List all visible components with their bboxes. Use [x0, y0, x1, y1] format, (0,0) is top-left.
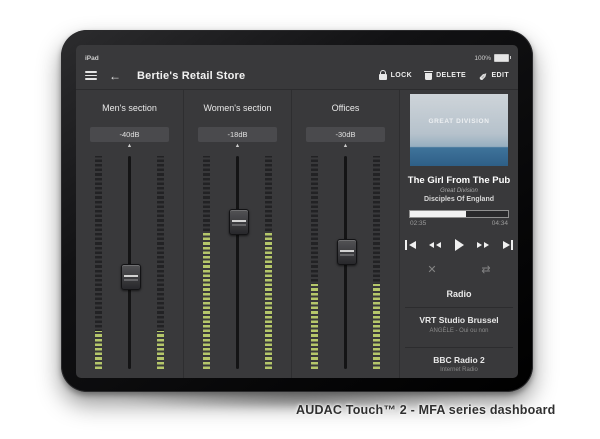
radio-title: VRT Studio Brussel — [405, 315, 513, 325]
time-row: 02:35 04:34 — [410, 220, 508, 227]
caret-up-icon: ▲ — [127, 143, 132, 150]
fader-zones: Men's section -40dB ▲ Women's section -1… — [76, 90, 399, 378]
transport-controls — [402, 237, 516, 253]
vu-meter-right — [157, 156, 164, 369]
device-label: iPad — [85, 55, 99, 62]
fast-forward-icon — [477, 242, 482, 248]
fader-area — [76, 152, 183, 373]
play-button[interactable] — [455, 237, 464, 253]
album-art-text: GREAT DIVISION — [428, 118, 489, 125]
repeat-icon: ⇄ — [481, 264, 490, 276]
app-screen: iPad 100% ← Bertie's Retail Store LOCK — [76, 45, 518, 378]
track-title: The Girl From The Pub — [408, 175, 510, 186]
player-panel: GREAT DIVISION The Girl From The Pub Gre… — [399, 90, 518, 378]
delete-button[interactable]: DELETE — [425, 71, 466, 81]
repeat-button[interactable]: ⇄ — [481, 264, 490, 276]
edit-button[interactable]: ✎ EDIT — [479, 71, 509, 80]
db-value[interactable]: -18dB — [198, 127, 277, 142]
next-button[interactable] — [503, 237, 514, 253]
prev-triangle-icon — [409, 241, 416, 249]
fader-handle[interactable] — [229, 209, 249, 235]
radio-subtitle: ANGÈLE - Oui ou non — [405, 328, 513, 334]
vu-meter-left — [311, 156, 318, 369]
vu-meter-right — [265, 156, 272, 369]
fader-area — [292, 152, 399, 373]
battery-status: 100% — [474, 54, 509, 62]
db-value[interactable]: -30dB — [306, 127, 385, 142]
play-icon — [455, 239, 464, 251]
header-actions: LOCK DELETE ✎ EDIT — [379, 71, 509, 81]
radio-item-vrt[interactable]: VRT Studio Brussel ANGÈLE - Oui ou non — [405, 307, 513, 339]
fader-handle[interactable] — [121, 264, 141, 290]
zone-offices: Offices -30dB ▲ — [291, 90, 399, 378]
radio-section-header: Radio — [446, 289, 471, 299]
fader-track[interactable] — [128, 156, 131, 369]
fader-track[interactable] — [236, 156, 239, 369]
shuffle-icon: ✕ — [427, 264, 436, 276]
fader-handle[interactable] — [337, 239, 357, 265]
track-album: Disciples Of England — [424, 196, 494, 203]
page-title: Bertie's Retail Store — [137, 70, 245, 82]
lock-icon — [379, 74, 387, 80]
prev-bar-icon — [405, 240, 407, 250]
rewind-icon — [436, 242, 441, 248]
trash-icon — [425, 73, 432, 81]
product-shot: iPad 100% ← Bertie's Retail Store LOCK — [0, 0, 600, 439]
fast-forward-button[interactable] — [477, 237, 489, 253]
product-caption: AUDAC Touch™ 2 - MFA series dashboard — [296, 403, 556, 417]
edit-label: EDIT — [491, 72, 509, 79]
pencil-icon: ✎ — [479, 71, 487, 80]
elapsed-time: 02:35 — [410, 220, 426, 227]
radio-item-bbc[interactable]: BBC Radio 2 Internet Radio — [405, 347, 513, 379]
vu-meter-right — [373, 156, 380, 369]
next-triangle-icon — [503, 241, 510, 249]
zone-title: Men's section — [102, 103, 157, 113]
vu-meter-left — [95, 156, 102, 369]
battery-icon — [494, 54, 509, 62]
progress-fill — [410, 211, 466, 217]
progress-bar[interactable] — [409, 210, 509, 218]
back-button[interactable]: ← — [109, 70, 121, 82]
app-header: ← Bertie's Retail Store LOCK DELETE ✎ ED… — [76, 62, 518, 89]
rewind-icon — [429, 242, 434, 248]
caret-up-icon: ▲ — [235, 143, 240, 150]
track-artist: Great Division — [440, 188, 478, 194]
zone-title: Women's section — [203, 103, 271, 113]
lock-button[interactable]: LOCK — [379, 71, 412, 80]
ipad-device: iPad 100% ← Bertie's Retail Store LOCK — [61, 30, 533, 392]
fader-area — [184, 152, 291, 373]
zone-title: Offices — [332, 103, 360, 113]
lock-label: LOCK — [391, 72, 412, 79]
fast-forward-icon — [484, 242, 489, 248]
radio-subtitle: Internet Radio — [405, 367, 513, 373]
zone-womens-section: Women's section -18dB ▲ — [183, 90, 291, 378]
total-time: 04:34 — [492, 220, 508, 227]
delete-label: DELETE — [436, 72, 466, 79]
shuffle-button[interactable]: ✕ — [427, 264, 436, 276]
caret-up-icon: ▲ — [343, 143, 348, 150]
status-bar: iPad 100% — [76, 45, 518, 62]
radio-title: BBC Radio 2 — [405, 355, 513, 365]
zone-mens-section: Men's section -40dB ▲ — [76, 90, 183, 378]
menu-icon[interactable] — [85, 71, 97, 80]
next-bar-icon — [511, 240, 513, 250]
rewind-button[interactable] — [429, 237, 441, 253]
vu-meter-left — [203, 156, 210, 369]
db-value[interactable]: -40dB — [90, 127, 169, 142]
playback-modes: ✕ ⇄ — [405, 264, 513, 276]
album-art: GREAT DIVISION — [410, 94, 508, 166]
previous-button[interactable] — [405, 237, 416, 253]
dashboard-body: Men's section -40dB ▲ Women's section -1… — [76, 89, 518, 378]
battery-percent: 100% — [474, 55, 491, 62]
